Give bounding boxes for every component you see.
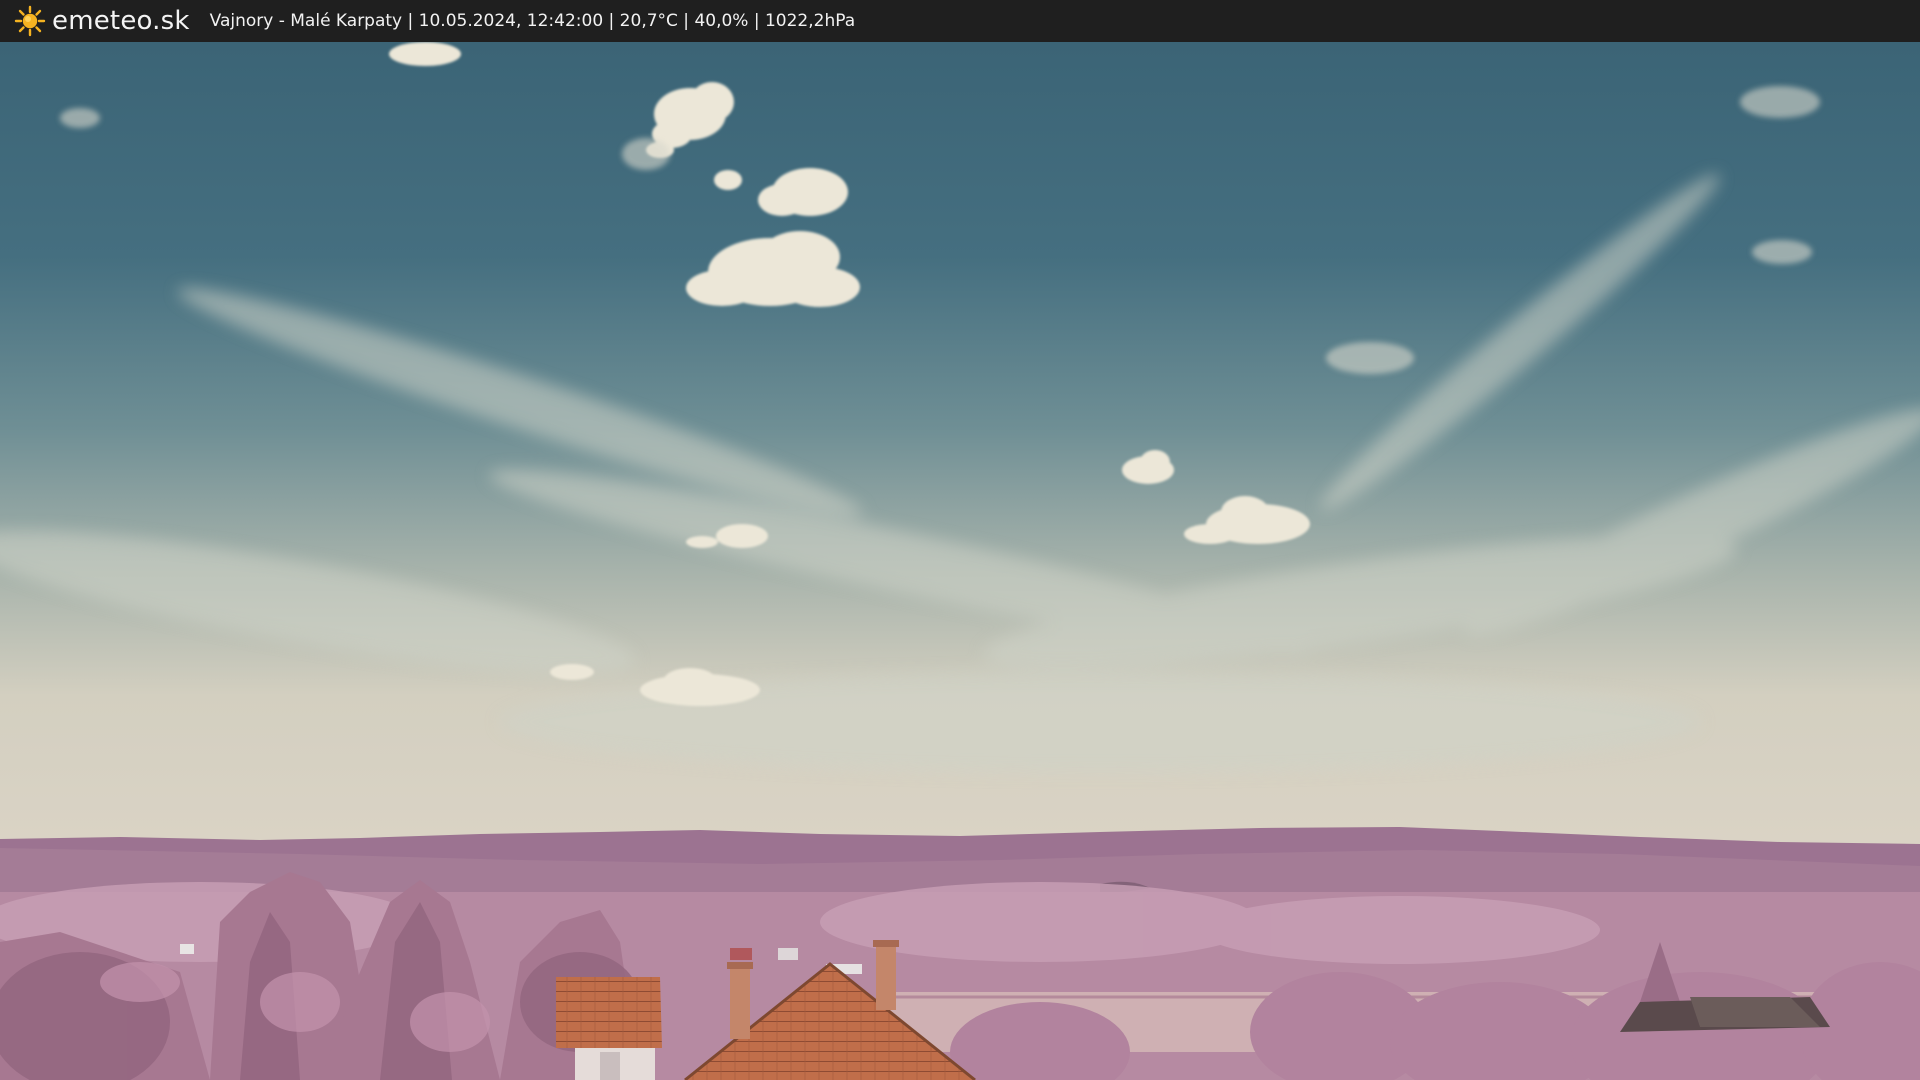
webcam-frame: emeteo.sk Vajnory - Malé Karpaty | 10.05… (0, 0, 1920, 1080)
station-caption: Vajnory - Malé Karpaty | 10.05.2024, 12:… (209, 11, 856, 31)
header-bar: emeteo.sk Vajnory - Malé Karpaty | 10.05… (0, 0, 1920, 42)
sun-icon (14, 5, 46, 37)
site-logo[interactable]: emeteo.sk (14, 5, 190, 37)
logo-text: emeteo.sk (52, 6, 190, 36)
webcam-image (0, 42, 1920, 1080)
